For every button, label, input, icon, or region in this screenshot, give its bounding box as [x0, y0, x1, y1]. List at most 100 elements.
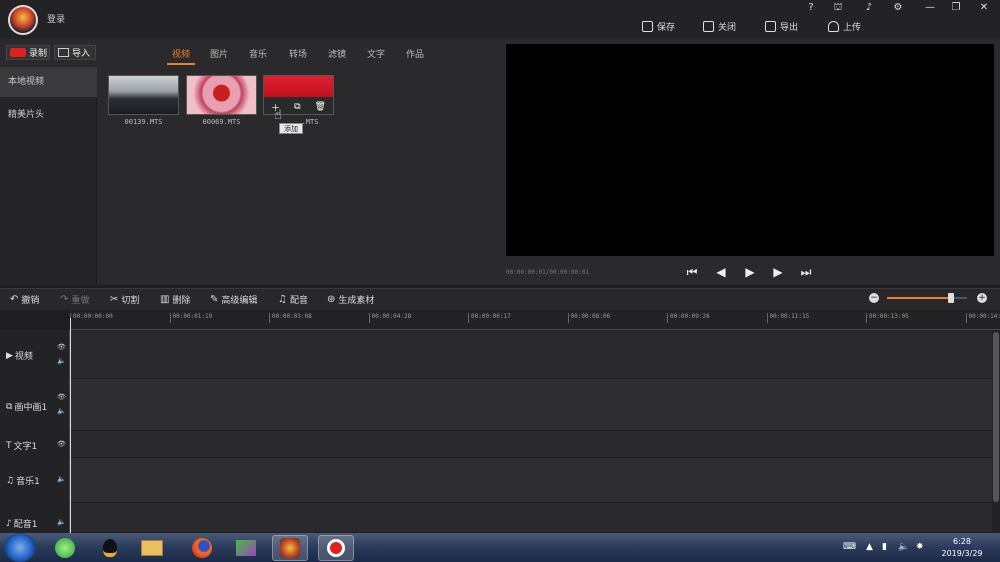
- gear-icon[interactable]: ⚙: [890, 2, 906, 16]
- play-icon[interactable]: ▶: [742, 264, 758, 280]
- restore-icon[interactable]: ❐: [948, 2, 964, 16]
- qq-icon[interactable]: [92, 535, 128, 561]
- zoom-in-button[interactable]: +: [977, 293, 987, 303]
- media-player-icon[interactable]: [228, 535, 264, 561]
- media-thumbnail[interactable]: [108, 75, 179, 115]
- eye-icon[interactable]: 👁: [57, 440, 66, 448]
- track-label-text: T 文字1: [6, 439, 37, 453]
- scrollbar-thumb[interactable]: [993, 332, 999, 502]
- exit-label: 关闭: [718, 22, 737, 33]
- redo-button[interactable]: ↷ 重做: [60, 292, 89, 306]
- volume-icon[interactable]: 🔈: [898, 542, 909, 552]
- tab-music[interactable]: 音乐: [249, 47, 267, 60]
- microphone-icon: ♪: [6, 518, 12, 529]
- tab-transition[interactable]: 转场: [289, 47, 307, 60]
- ruler-tick-label: 00:00:04:28: [368, 313, 411, 323]
- skip-start-icon[interactable]: ⏮: [684, 264, 700, 280]
- record-button[interactable]: 录制: [6, 45, 50, 60]
- save-label: 保存: [657, 22, 676, 33]
- speaker-icon[interactable]: 🔈: [57, 357, 66, 365]
- pip-icon: ⧉: [6, 401, 13, 412]
- zoom-slider-handle[interactable]: [948, 293, 954, 303]
- folder-icon[interactable]: [134, 535, 170, 561]
- avatar[interactable]: [8, 5, 38, 35]
- undo-icon: ↶: [10, 293, 19, 305]
- tab-image[interactable]: 图片: [210, 47, 228, 60]
- speaker-icon[interactable]: 🔈: [57, 518, 66, 526]
- trash-icon[interactable]: 🗑: [315, 102, 326, 112]
- speaker-icon[interactable]: 🔈: [57, 475, 66, 483]
- undo-label: 撤销: [21, 295, 40, 306]
- preview-screen: [506, 44, 994, 256]
- battery-icon[interactable]: ▮: [882, 542, 887, 552]
- track-label-music: ♫ 音乐1: [6, 474, 40, 488]
- redo-label: 重做: [71, 295, 90, 306]
- recorder-taskbar-icon[interactable]: [318, 535, 354, 561]
- firefox-icon[interactable]: [184, 535, 220, 561]
- tab-video[interactable]: 视频: [172, 47, 190, 60]
- advanced-edit-button[interactable]: ✎ 高级编辑: [210, 292, 257, 306]
- dub-label: 配音: [289, 295, 308, 306]
- tab-works[interactable]: 作品: [406, 47, 424, 60]
- microphone-icon: ♫: [278, 293, 287, 305]
- browser-360-icon[interactable]: [47, 535, 83, 561]
- bell-icon[interactable]: ♪: [861, 2, 877, 16]
- upload-label: 上传: [843, 22, 862, 33]
- generate-button[interactable]: ⊛ 生成素材: [327, 292, 374, 306]
- cut-button[interactable]: ✂ 切割: [110, 292, 139, 306]
- save-button[interactable]: 保存: [642, 18, 675, 34]
- track-music[interactable]: [70, 458, 992, 503]
- delete-button[interactable]: ▥ 删除: [160, 292, 190, 306]
- eye-icon[interactable]: 👁: [57, 343, 66, 351]
- generate-label: 生成素材: [338, 295, 375, 306]
- track-text[interactable]: [70, 431, 992, 458]
- pip-icon[interactable]: ⧉: [294, 102, 300, 112]
- tray-expand-icon[interactable]: ▲: [866, 542, 873, 552]
- save-icon: [642, 20, 653, 32]
- preview-timecode: 00:00:00:01/00:00:00:01: [506, 269, 590, 276]
- help-icon[interactable]: ?: [803, 2, 819, 16]
- timeline-scrollbar[interactable]: [992, 330, 1000, 533]
- record-icon: [10, 48, 26, 57]
- track-label-video: ▶ 视频: [6, 349, 33, 363]
- step-back-icon[interactable]: ◀: [713, 264, 729, 280]
- pencil-icon: ✎: [210, 293, 219, 305]
- dub-button[interactable]: ♫ 配音: [278, 292, 308, 306]
- edit-toolbar: [0, 288, 1000, 310]
- sidebar-item-local-video[interactable]: 本地视频: [0, 67, 97, 97]
- undo-button[interactable]: ↶ 撤销: [10, 292, 39, 306]
- playhead[interactable]: [70, 318, 71, 533]
- media-thumbnail[interactable]: [186, 75, 257, 115]
- media-filename: 00139.MTS: [124, 118, 163, 126]
- network-icon[interactable]: ✸: [916, 542, 924, 552]
- track-name: 配音1: [13, 520, 38, 530]
- skip-end-icon[interactable]: ⏭: [798, 264, 814, 280]
- minimize-icon[interactable]: —: [922, 2, 938, 16]
- keyboard-icon[interactable]: ⌨: [843, 542, 856, 552]
- upload-button[interactable]: 上传: [828, 18, 861, 34]
- redo-icon: ↷: [60, 293, 69, 305]
- exit-button[interactable]: 关闭: [703, 18, 736, 34]
- track-dub[interactable]: [70, 503, 992, 533]
- system-clock[interactable]: 6:28 2019/3/29: [932, 536, 992, 560]
- export-button[interactable]: 导出: [765, 18, 798, 34]
- login-link[interactable]: 登录: [47, 12, 65, 25]
- active-tab-indicator: [167, 63, 195, 65]
- speaker-icon[interactable]: 🔈: [57, 407, 66, 415]
- track-video[interactable]: [70, 330, 992, 379]
- tab-text[interactable]: 文字: [367, 47, 385, 60]
- upload-icon: [828, 20, 839, 32]
- zoom-out-button[interactable]: −: [869, 293, 879, 303]
- eye-icon[interactable]: 👁: [57, 393, 66, 401]
- import-button[interactable]: 导入: [54, 45, 96, 60]
- start-button[interactable]: [4, 533, 36, 562]
- cart-icon[interactable]: ⛫: [830, 2, 846, 16]
- track-pip[interactable]: [70, 379, 992, 431]
- video-editor-taskbar-icon[interactable]: [272, 535, 308, 561]
- close-icon[interactable]: ✕: [976, 2, 992, 16]
- hand-cursor-icon: ☝: [274, 108, 282, 123]
- tab-filter[interactable]: 滤镜: [328, 47, 346, 60]
- sidebar-item-intros[interactable]: 精美片头: [0, 100, 97, 130]
- ruler-tick-label: 00:00:11:15: [766, 313, 809, 323]
- step-forward-icon[interactable]: ▶: [770, 264, 786, 280]
